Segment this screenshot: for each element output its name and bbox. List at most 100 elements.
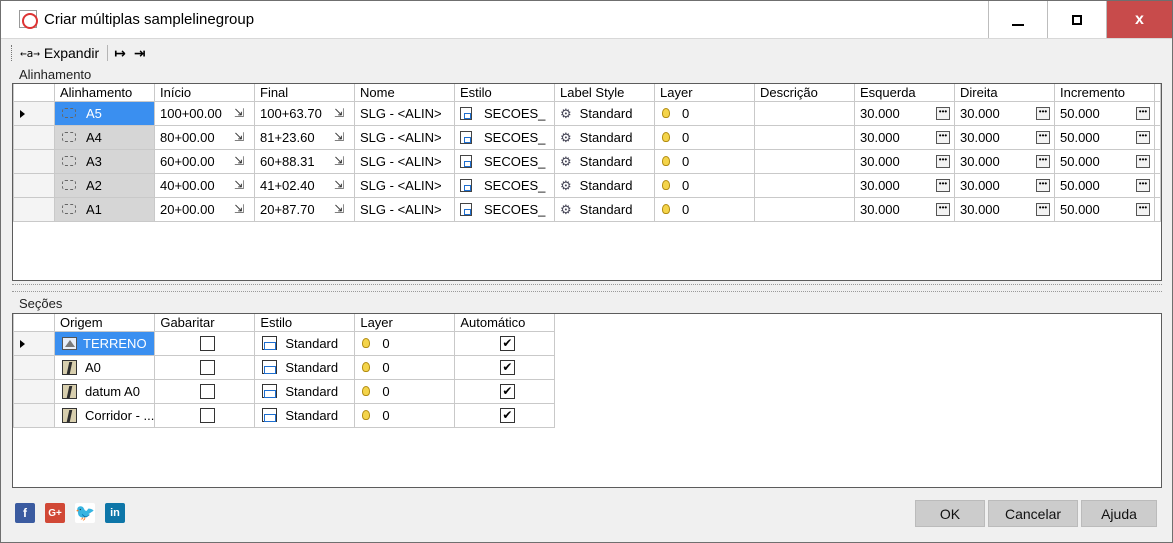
- inicio-station-cell[interactable]: 60+00.00 ⇲: [154, 148, 255, 174]
- expand-all-icon[interactable]: ⇥: [134, 45, 146, 62]
- cancel-button[interactable]: Cancelar: [988, 500, 1078, 527]
- alignment-cell[interactable]: A3: [54, 148, 155, 174]
- incremento-cell[interactable]: 50.000 •••: [1054, 196, 1155, 222]
- esquerda-cell[interactable]: 30.000 •••: [854, 196, 955, 222]
- layer-cell[interactable]: 0: [654, 100, 755, 126]
- incremento-cell[interactable]: 50.000 •••: [1054, 124, 1155, 150]
- pick-station-icon[interactable]: ⇲: [234, 155, 244, 167]
- alinhamento-row[interactable]: A5 100+00.00 ⇲ 100+63.70 ⇲ SLG - <ALIN> SECOES…: [13, 100, 1161, 126]
- description-cell[interactable]: [754, 100, 855, 126]
- direita-cell[interactable]: 30.000 •••: [954, 196, 1055, 222]
- secao-row[interactable]: Corridor - ... Standard 0 ✔: [13, 402, 556, 428]
- final-station-cell[interactable]: 20+87.70 ⇲: [254, 196, 355, 222]
- style-cell[interactable]: SECOES_: [454, 172, 555, 198]
- origin-cell[interactable]: Corridor - ...: [53, 402, 156, 428]
- ellipsis-button-icon[interactable]: •••: [936, 154, 950, 168]
- row-header[interactable]: [13, 172, 55, 198]
- gabaritar-checkbox[interactable]: [199, 359, 215, 375]
- ok-button[interactable]: OK: [915, 500, 985, 527]
- pick-station-icon[interactable]: ⇲: [234, 203, 244, 215]
- pick-station-icon[interactable]: ⇲: [334, 155, 344, 167]
- direita-cell[interactable]: 30.000 •••: [954, 172, 1055, 198]
- automatico-checkbox[interactable]: ✔: [499, 407, 515, 423]
- minimize-button[interactable]: [988, 1, 1047, 38]
- section-style-cell[interactable]: Standard: [254, 402, 356, 428]
- row-header[interactable]: [13, 354, 55, 380]
- section-layer-cell[interactable]: 0: [354, 378, 456, 404]
- row-header[interactable]: [13, 196, 55, 222]
- inicio-station-cell[interactable]: 80+00.00 ⇲: [154, 124, 255, 150]
- ellipsis-button-icon[interactable]: •••: [936, 106, 950, 120]
- secao-row[interactable]: A0 Standard 0 ✔: [13, 354, 556, 380]
- ellipsis-button-icon[interactable]: •••: [1036, 130, 1050, 144]
- label-style-cell[interactable]: ⚙ Standard: [554, 124, 655, 150]
- expand-button[interactable]: ←a→ Expandir: [20, 45, 99, 61]
- row-header[interactable]: [13, 378, 55, 404]
- label-style-cell[interactable]: ⚙ Standard: [554, 172, 655, 198]
- description-cell[interactable]: [754, 196, 855, 222]
- incremento-cell[interactable]: 50.000 •••: [1054, 100, 1155, 126]
- gabaritar-cell[interactable]: [154, 354, 256, 380]
- automatico-cell[interactable]: ✔: [454, 354, 556, 380]
- alinhamento-row[interactable]: A1 20+00.00 ⇲ 20+87.70 ⇲ SLG - <ALIN> SECOES_ ⚙…: [13, 196, 1161, 222]
- section-layer-cell[interactable]: 0: [354, 354, 456, 380]
- esquerda-cell[interactable]: 30.000 •••: [854, 172, 955, 198]
- origin-cell[interactable]: A0: [53, 354, 156, 380]
- section-layer-cell[interactable]: 0: [354, 330, 456, 356]
- name-cell[interactable]: SLG - <ALIN>: [354, 196, 455, 222]
- direita-cell[interactable]: 30.000 •••: [954, 148, 1055, 174]
- pick-station-icon[interactable]: ⇲: [334, 179, 344, 191]
- column-header[interactable]: Origem: [53, 314, 156, 332]
- column-header[interactable]: Início: [154, 84, 255, 102]
- section-style-cell[interactable]: Standard: [254, 354, 356, 380]
- pick-station-icon[interactable]: ⇲: [234, 107, 244, 119]
- facebook-icon[interactable]: f: [15, 503, 35, 523]
- final-station-cell[interactable]: 60+88.31 ⇲: [254, 148, 355, 174]
- row-header[interactable]: [13, 124, 55, 150]
- gabaritar-cell[interactable]: [154, 402, 256, 428]
- column-header[interactable]: Alinhamento: [54, 84, 155, 102]
- name-cell[interactable]: SLG - <ALIN>: [354, 124, 455, 150]
- alignment-cell[interactable]: A1: [54, 196, 155, 222]
- direita-cell[interactable]: 30.000 •••: [954, 100, 1055, 126]
- column-header[interactable]: Nome: [354, 84, 455, 102]
- row-header[interactable]: [13, 402, 55, 428]
- section-style-cell[interactable]: Standard: [254, 378, 356, 404]
- pick-station-icon[interactable]: ⇲: [334, 131, 344, 143]
- esquerda-cell[interactable]: 30.000 •••: [854, 148, 955, 174]
- pick-station-icon[interactable]: ⇲: [234, 131, 244, 143]
- style-cell[interactable]: SECOES_: [454, 196, 555, 222]
- incremento-cell[interactable]: 50.000 •••: [1054, 172, 1155, 198]
- final-station-cell[interactable]: 81+23.60 ⇲: [254, 124, 355, 150]
- column-header[interactable]: Estilo: [254, 314, 356, 332]
- description-cell[interactable]: [754, 172, 855, 198]
- row-header[interactable]: [13, 100, 55, 126]
- collapse-all-icon[interactable]: ↦: [114, 45, 126, 62]
- direita-cell[interactable]: 30.000 •••: [954, 124, 1055, 150]
- gabaritar-checkbox[interactable]: [199, 407, 215, 423]
- column-header[interactable]: Layer: [354, 314, 456, 332]
- name-cell[interactable]: SLG - <ALIN>: [354, 148, 455, 174]
- style-cell[interactable]: SECOES_: [454, 148, 555, 174]
- layer-cell[interactable]: 0: [654, 148, 755, 174]
- ellipsis-button-icon[interactable]: •••: [1136, 178, 1150, 192]
- pick-station-icon[interactable]: ⇲: [234, 179, 244, 191]
- ellipsis-button-icon[interactable]: •••: [936, 130, 950, 144]
- gabaritar-cell[interactable]: [154, 330, 256, 356]
- ellipsis-button-icon[interactable]: •••: [1036, 202, 1050, 216]
- style-cell[interactable]: SECOES_: [454, 124, 555, 150]
- label-style-cell[interactable]: ⚙ Standard: [554, 148, 655, 174]
- layer-cell[interactable]: 0: [654, 172, 755, 198]
- twitter-icon[interactable]: 🐦: [75, 503, 95, 523]
- inicio-station-cell[interactable]: 20+00.00 ⇲: [154, 196, 255, 222]
- final-station-cell[interactable]: 41+02.40 ⇲: [254, 172, 355, 198]
- ellipsis-button-icon[interactable]: •••: [1036, 154, 1050, 168]
- column-header[interactable]: Estilo: [454, 84, 555, 102]
- row-header[interactable]: [13, 330, 55, 356]
- ellipsis-button-icon[interactable]: •••: [1136, 106, 1150, 120]
- automatico-checkbox[interactable]: ✔: [499, 383, 515, 399]
- column-header[interactable]: Gabaritar: [154, 314, 256, 332]
- gabaritar-cell[interactable]: [154, 378, 256, 404]
- name-cell[interactable]: SLG - <ALIN>: [354, 100, 455, 126]
- origin-cell[interactable]: TERRENO: [53, 330, 156, 356]
